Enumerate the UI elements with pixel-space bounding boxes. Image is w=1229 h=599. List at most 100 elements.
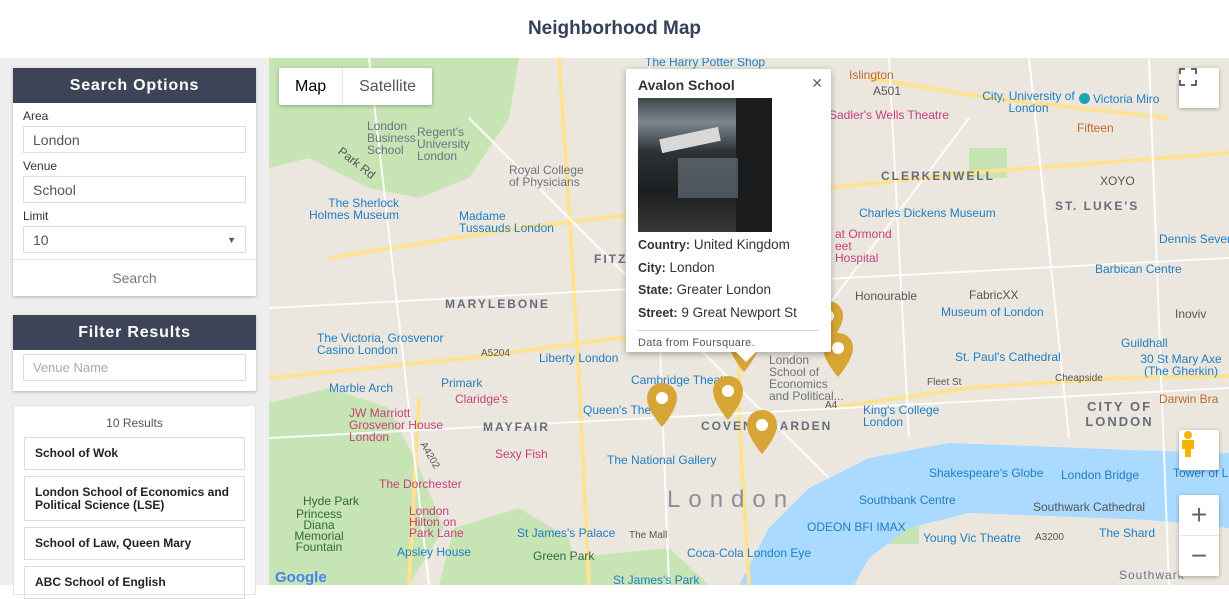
page-title: Neighborhood Map bbox=[527, 18, 702, 39]
page-header: Neighborhood Map bbox=[0, 0, 1229, 58]
venue-name-filter-input[interactable]: Venue Name bbox=[23, 354, 246, 381]
map-label-honourable: Honourable bbox=[855, 289, 918, 303]
map-label-fabricxx: FabricXX bbox=[969, 288, 1019, 302]
map-label-the-shard: The Shard bbox=[1099, 526, 1156, 540]
plus-icon: + bbox=[1190, 499, 1208, 530]
map-label-southwark-cathedral: Southwark Cathedral bbox=[1033, 500, 1146, 514]
street-label: Street: bbox=[638, 305, 678, 320]
map-label-shakespeares-globe: Shakespeare's Globe bbox=[929, 466, 1044, 480]
map-label-st-lukes: ST. LUKE'S bbox=[1055, 199, 1140, 213]
photo-sign bbox=[659, 126, 721, 154]
results-panel: 10 Results School of Wok London School o… bbox=[13, 405, 256, 599]
map-marker-icon[interactable] bbox=[747, 410, 777, 454]
state-value: Greater London bbox=[676, 282, 772, 297]
map-label-dennis-sever: Dennis Sever bbox=[1159, 232, 1229, 246]
limit-select[interactable]: 10 ▼ bbox=[23, 226, 246, 253]
map-label-fitz: FITZ bbox=[594, 252, 628, 266]
result-item[interactable]: School of Wok bbox=[24, 437, 245, 470]
map-label-a501: A501 bbox=[873, 84, 902, 98]
country-label: Country: bbox=[638, 238, 691, 252]
map-label-a5204: A5204 bbox=[481, 348, 510, 359]
map-label-inoviv: Inoviv bbox=[1175, 307, 1207, 321]
map-label-liberty: Liberty London bbox=[539, 351, 619, 365]
result-item[interactable]: ABC School of English bbox=[24, 566, 245, 599]
map-label-apsley-house: Apsley House bbox=[397, 545, 472, 559]
map-label-a3200: A3200 bbox=[1035, 532, 1064, 543]
map-label-fleet-st: Fleet St bbox=[927, 377, 962, 388]
search-options-panel: Search Options Area London Venue School … bbox=[13, 68, 256, 296]
map-label-harry-potter: The Harry Potter Shop bbox=[645, 58, 766, 69]
zoom-in-button[interactable]: + bbox=[1179, 496, 1219, 536]
fullscreen-icon bbox=[1179, 68, 1197, 86]
map-label-victoria-miro: Victoria Miro bbox=[1079, 92, 1159, 106]
map-label-london: London bbox=[667, 486, 796, 513]
info-window: ✕ Avalon School Country: United Kingdom … bbox=[626, 69, 831, 362]
map-type-map-button[interactable]: Map bbox=[279, 68, 344, 105]
map-label-dickens: Charles Dickens Museum bbox=[859, 206, 996, 220]
map-label-sherlock: The Sherlock Holmes Museum bbox=[308, 196, 399, 222]
map-label-dorchester: The Dorchester bbox=[379, 477, 462, 491]
minus-icon: − bbox=[1190, 539, 1208, 571]
street-view-button[interactable] bbox=[1179, 430, 1219, 470]
city-value: London bbox=[669, 259, 715, 275]
map-label-a4: A4 bbox=[825, 400, 838, 411]
zoom-out-button[interactable]: − bbox=[1179, 536, 1219, 576]
map-label-victoria-miro-text: Victoria Miro bbox=[1093, 92, 1160, 106]
venue-input[interactable]: School bbox=[23, 176, 246, 203]
photo-sky bbox=[678, 158, 738, 198]
map-label-marble-arch: Marble Arch bbox=[329, 381, 394, 395]
result-item[interactable]: London School of Economics and Political… bbox=[24, 476, 245, 521]
map-label-madame-tussauds: Madame Tussauds London bbox=[459, 209, 554, 235]
venue-photo bbox=[638, 98, 772, 232]
map-label-primark: Primark bbox=[441, 376, 483, 390]
map-label-kings-college: King's College London bbox=[863, 403, 940, 429]
sidebar: Search Options Area London Venue School … bbox=[0, 58, 269, 599]
map-label-museum-of-london: Museum of London bbox=[941, 305, 1044, 319]
country-value: United Kingdom bbox=[693, 237, 790, 252]
area-input[interactable]: London bbox=[23, 126, 246, 153]
pegman-icon bbox=[1182, 431, 1194, 457]
map-label-the-mall: The Mall bbox=[629, 530, 668, 541]
map-canvas[interactable]: The Harry Potter Shop Islington A501 Cit… bbox=[269, 58, 1229, 585]
map-label-claridges: Claridge's bbox=[455, 392, 508, 406]
map-label-hilton: London Hilton on Park Lane bbox=[409, 504, 464, 540]
map-label-marylebone: MARYLEBONE bbox=[445, 297, 550, 311]
map-label-odeon: ODEON BFI IMAX bbox=[807, 520, 906, 534]
map-label-guildhall: Guildhall bbox=[1121, 336, 1168, 350]
map-label-mayfair: MAYFAIR bbox=[483, 420, 550, 434]
map-label-barbican: Barbican Centre bbox=[1095, 262, 1182, 276]
map-type-satellite-button[interactable]: Satellite bbox=[343, 68, 432, 105]
filter-results-panel: Filter Results Venue Name bbox=[13, 315, 256, 391]
city-label: City: bbox=[638, 260, 666, 275]
venue-label: Venue bbox=[23, 159, 58, 173]
limit-label: Limit bbox=[23, 209, 49, 223]
map-label-darwin: Darwin Bra bbox=[1159, 392, 1219, 406]
info-footer: Data from Foursquare. bbox=[638, 330, 819, 349]
map-label-national-gallery: The National Gallery bbox=[607, 453, 717, 467]
map-label-diana-fountain: Princess Diana Memorial Fountain bbox=[294, 507, 344, 554]
search-button[interactable]: Search bbox=[13, 259, 256, 295]
map-label-city-university: City, University of London bbox=[982, 89, 1075, 115]
map-label-st-pauls: St. Paul's Cathedral bbox=[955, 350, 1061, 364]
info-state: State: Greater London bbox=[638, 279, 819, 302]
map-label-islington: Islington bbox=[849, 68, 894, 82]
pin-icon bbox=[1079, 93, 1090, 104]
filter-results-title: Filter Results bbox=[13, 315, 256, 350]
map-label-cheapside: Cheapside bbox=[1055, 373, 1103, 384]
street-value: 9 Great Newport St bbox=[681, 304, 797, 320]
map-label-royal-college: Royal College of Physicians bbox=[509, 163, 584, 189]
map-label-coca-cola-eye: Coca-Cola London Eye bbox=[687, 546, 812, 560]
map-label-fifteen: Fifteen bbox=[1077, 121, 1114, 135]
map-marker-icon[interactable] bbox=[647, 383, 677, 427]
map-label-green-park: Green Park bbox=[533, 549, 595, 563]
result-item[interactable]: School of Law, Queen Mary bbox=[24, 527, 245, 560]
map-marker-icon[interactable] bbox=[713, 376, 743, 420]
map-label-city-of-london: CITY OF LONDON bbox=[1085, 399, 1154, 429]
map-label-regents-university: Regent's University London bbox=[417, 125, 470, 163]
map-label-clerkenwell: CLERKENWELL bbox=[881, 169, 995, 183]
map-label-southbank: Southbank Centre bbox=[859, 493, 956, 507]
map-label-young-vic: Young Vic Theatre bbox=[923, 531, 1021, 545]
fullscreen-button[interactable] bbox=[1179, 68, 1219, 108]
map-label-hyde-park: Hyde Park bbox=[303, 494, 360, 508]
close-icon[interactable]: ✕ bbox=[811, 75, 823, 92]
